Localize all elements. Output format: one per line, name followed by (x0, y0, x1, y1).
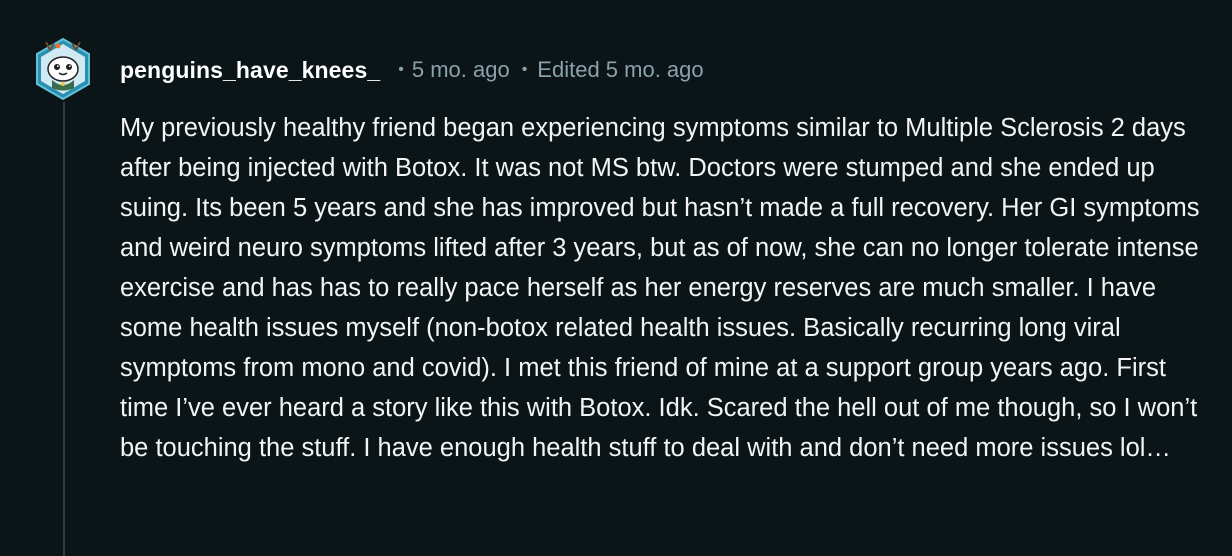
thread-line[interactable] (63, 102, 65, 556)
edited-label: Edited 5 mo. ago (537, 57, 704, 82)
separator-dot: • (521, 61, 528, 78)
comment-card: penguins_have_knees_ • 5 mo. ago • Edite… (0, 0, 1232, 556)
avatar[interactable] (30, 36, 96, 102)
username-link[interactable]: penguins_have_knees_ (120, 57, 380, 84)
snoo-avatar-icon (36, 37, 90, 101)
separator-dot: • (398, 61, 404, 78)
timestamp[interactable]: 5 mo. ago (412, 57, 510, 83)
comment-body: My previously healthy friend began exper… (120, 114, 1200, 462)
comment-meta: penguins_have_knees_ • 5 mo. ago • Edite… (120, 55, 704, 85)
